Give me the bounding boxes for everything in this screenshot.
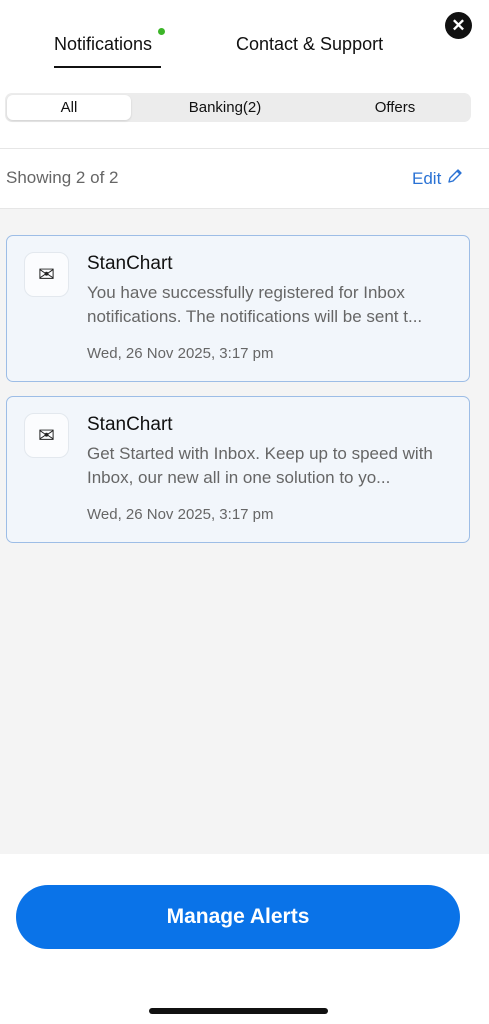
close-button[interactable]: ✕ [445,12,472,39]
notification-sender: StanChart [87,253,173,274]
envelope-icon: ✉ [24,252,69,297]
notification-timestamp: Wed, 26 Nov 2025, 3:17 pm [87,345,274,362]
filter-offers[interactable]: Offers [345,95,445,120]
filter-banking[interactable]: Banking(2) [165,95,285,120]
manage-alerts-button[interactable]: Manage Alerts [16,885,460,949]
notification-message: Get Started with Inbox. Keep up to speed… [87,444,433,487]
showing-count: Showing 2 of 2 [6,168,119,187]
close-icon: ✕ [451,16,466,35]
notification-timestamp: Wed, 26 Nov 2025, 3:17 pm [87,506,274,523]
notification-card[interactable]: ✉ StanChart Get Started with Inbox. Keep… [6,396,470,543]
filter-all[interactable]: All [7,95,131,120]
new-indicator-dot [158,28,165,35]
notification-list: ✉ StanChart You have successfully regist… [0,209,489,854]
edit-label: Edit [412,168,442,188]
pencil-icon [447,168,463,189]
home-indicator[interactable] [149,1008,328,1014]
tab-notifications[interactable]: Notifications [54,34,161,68]
envelope-icon: ✉ [24,413,69,458]
notification-sender: StanChart [87,414,173,435]
notification-card[interactable]: ✉ StanChart You have successfully regist… [6,235,470,382]
top-tab-bar: Notifications Contact & Support ✕ [0,0,489,90]
list-header: Showing 2 of 2 Edit [0,149,489,209]
notification-message: You have successfully registered for Inb… [87,283,423,326]
filter-segmented-control: All Banking(2) Offers [5,93,471,122]
edit-button[interactable]: Edit [412,168,463,189]
tab-contact-support[interactable]: Contact & Support [236,34,383,68]
footer: Manage Alerts [0,854,489,1024]
